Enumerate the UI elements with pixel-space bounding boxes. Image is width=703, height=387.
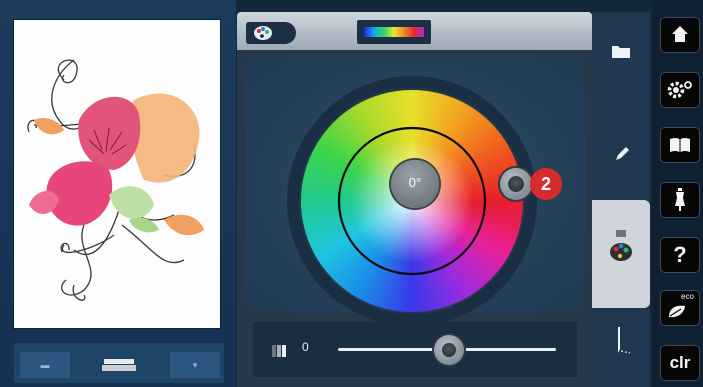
plus-icon: ▾	[192, 360, 198, 370]
clear-button[interactable]: clr	[661, 346, 699, 380]
help-button[interactable]: ?	[661, 238, 699, 272]
hoop-view-icon[interactable]	[100, 352, 138, 378]
hue-handle-center	[508, 176, 524, 192]
flower-embroidery-design	[27, 59, 204, 301]
eco-button[interactable]: eco	[661, 291, 699, 325]
slider-value: 0	[302, 340, 309, 354]
home-icon	[672, 26, 688, 42]
tutorial-icon	[675, 188, 685, 211]
tab-edit[interactable]	[592, 118, 650, 188]
clear-label: clr	[669, 353, 691, 372]
zoom-out-button[interactable]: ▬	[20, 352, 70, 378]
zoom-in-button[interactable]: ▾	[170, 352, 220, 378]
slider-thumb-center	[442, 343, 456, 357]
pencil-icon	[616, 147, 629, 160]
tab-color[interactable]	[592, 200, 650, 308]
color-palette-icon	[610, 230, 632, 261]
tab-stitch[interactable]	[592, 315, 650, 385]
tab-files[interactable]	[592, 22, 650, 92]
eco-icon	[669, 305, 685, 318]
minus-icon: ▬	[40, 360, 50, 370]
callout-badge: 2	[530, 168, 562, 200]
home-button[interactable]	[661, 18, 699, 52]
folder-icon	[612, 46, 630, 58]
hue-degree-label: 0°	[408, 175, 422, 190]
settings-icon	[667, 81, 692, 99]
help-icon: ?	[673, 242, 687, 267]
guide-button[interactable]	[661, 128, 699, 162]
needle-icon	[618, 327, 631, 354]
book-icon	[670, 138, 690, 152]
palette-icon	[252, 24, 274, 42]
eco-label: eco	[681, 292, 694, 301]
spectrum-icon	[364, 27, 424, 37]
brightness-icon	[272, 344, 288, 357]
settings-button[interactable]	[661, 73, 699, 107]
embroidery-preview-canvas[interactable]	[14, 20, 220, 328]
tutorial-button[interactable]	[661, 183, 699, 217]
